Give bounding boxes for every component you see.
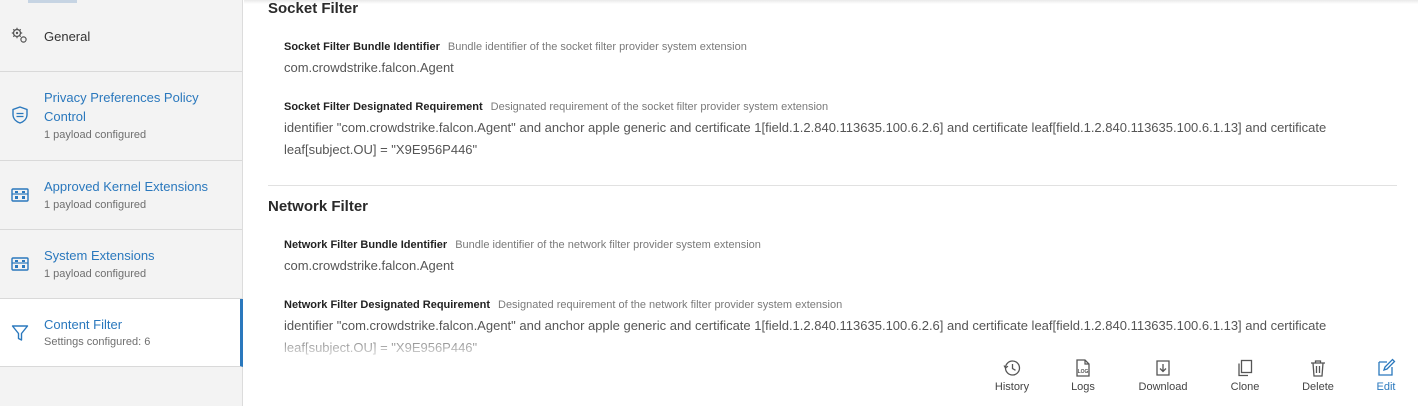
download-label: Download	[1138, 381, 1188, 393]
extension-icon	[11, 257, 29, 271]
history-label: History	[994, 381, 1030, 393]
field-label: Network Filter Bundle Identifier	[284, 239, 448, 251]
field-description: Designated requirement of the network fi…	[498, 299, 843, 311]
logs-label: Logs	[1071, 381, 1095, 393]
sidebar-item-label: Approved Kernel Extensions	[44, 179, 209, 194]
trash-icon	[1311, 360, 1325, 377]
sidebar-item-label: System Extensions	[44, 248, 155, 263]
sidebar-item-approved-kernel-extensions[interactable]: Approved Kernel Extensions 1 payload con…	[0, 161, 242, 230]
filter-icon	[11, 325, 29, 341]
sidebar-item-content-filter[interactable]: Content Filter Settings configured: 6	[0, 299, 243, 367]
sidebar-item-sub: 1 payload configured	[44, 199, 147, 211]
field-label: Socket Filter Designated Requirement	[284, 101, 483, 113]
field-label: Socket Filter Bundle Identifier	[284, 41, 440, 53]
socket-filter-title: Socket Filter	[268, 0, 359, 17]
socket-bundle-id-value: com.crowdstrike.falcon.Agent	[284, 60, 454, 75]
clone-icon	[1238, 359, 1253, 377]
sidebar-item-label-line2: Control	[44, 109, 86, 124]
sidebar-item-system-extensions[interactable]: System Extensions 1 payload configured	[0, 230, 242, 299]
field-description: Designated requirement of the socket fil…	[490, 101, 829, 113]
socket-bundle-id-header: Socket Filter Bundle Identifier Bundle id…	[284, 40, 747, 54]
clone-button[interactable]: Clone	[1226, 356, 1264, 393]
network-bundle-id-header: Network Filter Bundle Identifier Bundle i…	[284, 238, 761, 252]
download-icon	[1156, 360, 1170, 376]
sidebar-item-label-line1: Privacy Preferences Policy	[44, 90, 199, 105]
logs-icon-text: LOG	[1078, 369, 1089, 375]
sidebar-item-sub: 1 payload configured	[44, 129, 147, 141]
clone-label: Clone	[1230, 381, 1260, 393]
scroll-shadow	[244, 0, 1418, 4]
network-filter-title: Network Filter	[268, 198, 369, 215]
network-bundle-id-value: com.crowdstrike.falcon.Agent	[284, 258, 454, 273]
history-icon	[1003, 360, 1021, 376]
sidebar-item-sub: 1 payload configured	[44, 268, 147, 280]
gears-icon	[11, 27, 27, 43]
shield-icon	[12, 106, 28, 124]
extension-icon	[11, 188, 29, 202]
sidebar-item-privacy-preferences[interactable]: Privacy Preferences Policy Control 1 pay…	[0, 72, 242, 161]
section-divider	[268, 185, 1397, 186]
logs-icon: LOG	[1076, 359, 1090, 377]
edit-icon	[1378, 358, 1396, 376]
download-button[interactable]: Download	[1133, 356, 1193, 393]
network-requirement-header: Network Filter Designated Requirement Des…	[284, 298, 842, 312]
sidebar-item-label: General	[44, 29, 91, 44]
field-description: Bundle identifier of the network filter …	[455, 239, 761, 251]
socket-requirement-value: identifier "com.crowdstrike.falcon.Agent…	[284, 120, 1327, 157]
edit-label: Edit	[1376, 381, 1396, 393]
logs-button[interactable]: LOG Logs	[1063, 356, 1103, 393]
sidebar-item-sub: Settings configured: 6	[44, 336, 151, 348]
sidebar-item-label: Content Filter	[44, 317, 123, 332]
socket-requirement-header: Socket Filter Designated Requirement Desi…	[284, 100, 828, 114]
content-filter-panel: Socket Filter Socket Filter Bundle Ident…	[244, 0, 1418, 406]
field-label: Network Filter Designated Requirement	[284, 299, 490, 311]
action-bar: History LOG Logs Download Clone Delete E…	[244, 356, 1418, 406]
delete-label: Delete	[1302, 381, 1334, 393]
delete-button[interactable]: Delete	[1298, 356, 1338, 393]
field-description: Bundle identifier of the socket filter p…	[447, 41, 747, 53]
edit-button[interactable]: Edit	[1371, 356, 1401, 393]
history-button[interactable]: History	[988, 356, 1036, 393]
sidebar-item-general[interactable]: General	[0, 0, 242, 72]
sidebar: General Privacy Preferences Policy Contr…	[0, 0, 243, 406]
